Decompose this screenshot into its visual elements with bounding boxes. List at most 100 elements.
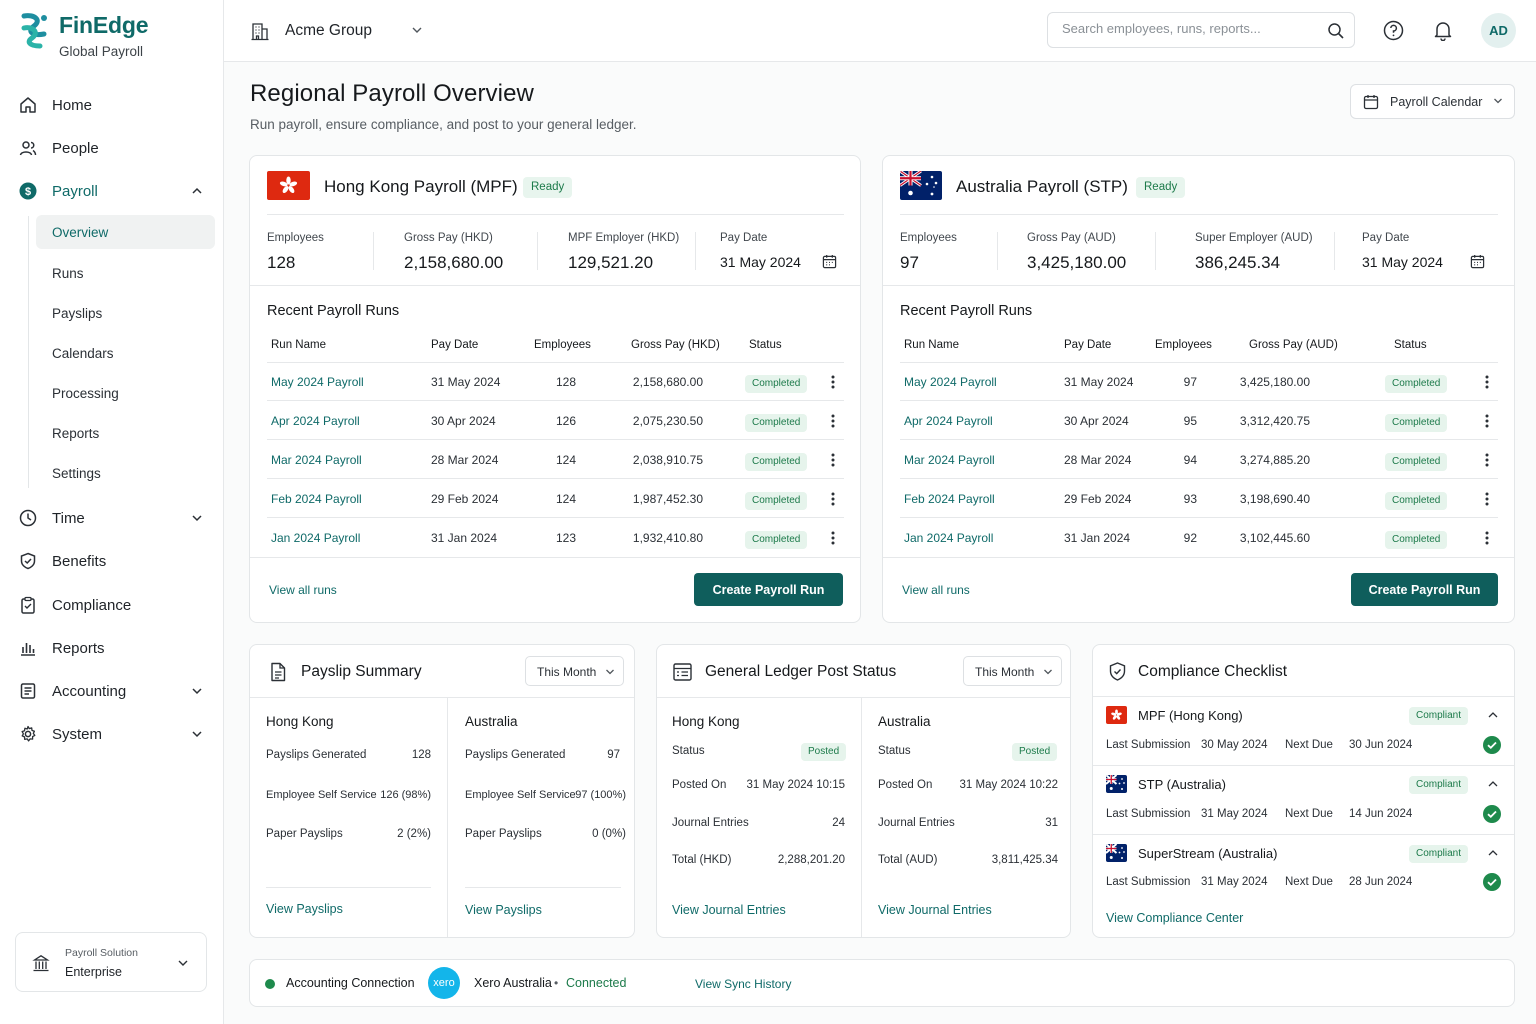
create-payroll-run-button[interactable]: Create Payroll Run xyxy=(1351,573,1498,606)
plan-selector[interactable]: Payroll Solution Enterprise xyxy=(15,932,207,992)
metric-label: Paper Payslips xyxy=(266,828,343,840)
sidebar-item-benefits[interactable]: Benefits xyxy=(8,543,215,579)
status-badge: Completed xyxy=(745,453,808,471)
section-title: Recent Payroll Runs xyxy=(900,303,1033,319)
more-vert-icon[interactable] xyxy=(827,452,839,468)
sidebar-item-label: Home xyxy=(52,96,93,114)
sidebar-item-label: Reports xyxy=(52,639,105,657)
sidebar-subitem-runs[interactable]: Runs xyxy=(36,256,215,290)
dollar-icon: $ xyxy=(19,182,37,200)
more-vert-icon[interactable] xyxy=(1481,452,1493,468)
calendar-icon[interactable] xyxy=(822,254,837,269)
plan-label: Payroll Solution xyxy=(65,947,138,959)
stat-value: 386,245.34 xyxy=(1195,253,1281,272)
bar-chart-icon xyxy=(19,639,37,657)
sidebar-item-home[interactable]: Home xyxy=(8,87,215,123)
sidebar-item-time[interactable]: Time xyxy=(8,500,215,536)
stat-value: 129,521.20 xyxy=(568,253,654,272)
chevron-down-icon xyxy=(191,513,203,523)
more-vert-icon[interactable] xyxy=(1481,491,1493,507)
run-name-link[interactable]: May 2024 Payroll xyxy=(271,375,364,389)
chevron-up-icon[interactable] xyxy=(1487,848,1499,858)
sidebar-subitem-payslips[interactable]: Payslips xyxy=(36,296,215,330)
sidebar-subitem-processing[interactable]: Processing xyxy=(36,376,215,410)
run-name-link[interactable]: Apr 2024 Payroll xyxy=(904,414,993,428)
metric-value: 2,288,201.20 xyxy=(777,854,845,866)
gross-pay: 3,312,420.75 xyxy=(1239,414,1310,428)
sidebar-item-compliance[interactable]: Compliance xyxy=(8,587,215,623)
sidebar-item-label: People xyxy=(52,139,99,157)
bell-icon[interactable] xyxy=(1433,20,1453,41)
column-header: Pay Date xyxy=(1064,339,1112,351)
calendar-icon[interactable] xyxy=(1470,254,1485,269)
more-vert-icon[interactable] xyxy=(827,491,839,507)
clipboard-icon xyxy=(19,596,37,614)
chevron-up-icon[interactable] xyxy=(1487,779,1499,789)
create-payroll-run-button[interactable]: Create Payroll Run xyxy=(694,573,843,606)
subitem-label: Calendars xyxy=(52,345,114,361)
sidebar-item-label: Payroll xyxy=(52,182,98,200)
status-badge: Completed xyxy=(745,375,808,393)
metric-label: Posted On xyxy=(878,779,933,791)
last-submission-label: Last Submission xyxy=(1106,876,1191,888)
subitem-label: Overview xyxy=(52,224,109,240)
help-icon[interactable] xyxy=(1383,20,1404,41)
sidebar-item-reports[interactable]: Reports xyxy=(8,630,215,666)
divider xyxy=(695,232,696,270)
run-name-link[interactable]: Feb 2024 Payroll xyxy=(904,492,995,506)
run-name-link[interactable]: May 2024 Payroll xyxy=(904,375,997,389)
more-vert-icon[interactable] xyxy=(1481,530,1493,546)
more-vert-icon[interactable] xyxy=(1481,374,1493,390)
pay-date: 30 Apr 2024 xyxy=(1064,414,1129,428)
run-name-link[interactable]: Mar 2024 Payroll xyxy=(271,453,362,467)
search-icon[interactable] xyxy=(1327,22,1345,40)
more-vert-icon[interactable] xyxy=(1481,413,1493,429)
divider xyxy=(267,214,844,215)
more-vert-icon[interactable] xyxy=(827,530,839,546)
status-badge: Completed xyxy=(745,492,808,510)
view-payslips-link[interactable]: View Payslips xyxy=(465,903,542,917)
period-select[interactable]: This Month xyxy=(963,656,1062,686)
view-compliance-center-link[interactable]: View Compliance Center xyxy=(1106,911,1243,925)
view-journal-entries-link[interactable]: View Journal Entries xyxy=(878,903,992,917)
run-name-link[interactable]: Apr 2024 Payroll xyxy=(271,414,360,428)
payroll-calendar-button[interactable]: Payroll Calendar xyxy=(1350,84,1515,119)
sidebar-item-accounting[interactable]: Accounting xyxy=(8,673,215,709)
compliance-checklist-card: Compliance Checklist MPF (Hong Kong) Com… xyxy=(1092,644,1515,938)
view-all-runs-link[interactable]: View all runs xyxy=(902,583,970,597)
run-name-link[interactable]: Jan 2024 Payroll xyxy=(271,531,360,545)
more-vert-icon[interactable] xyxy=(827,413,839,429)
chevron-down-icon xyxy=(1043,668,1053,676)
gross-pay: 1,987,452.30 xyxy=(632,492,703,506)
view-journal-entries-link[interactable]: View Journal Entries xyxy=(672,903,786,917)
sidebar-subitem-overview[interactable]: Overview xyxy=(36,215,215,249)
stat-label: Employees xyxy=(900,232,957,244)
more-vert-icon[interactable] xyxy=(827,374,839,390)
org-switcher[interactable]: Acme Group xyxy=(248,14,422,46)
metric-label: Journal Entries xyxy=(878,817,955,829)
next-due-label: Next Due xyxy=(1285,876,1333,888)
connection-label: Accounting Connection xyxy=(286,976,415,990)
metric-value: 31 xyxy=(1045,817,1058,829)
chevron-down-icon xyxy=(177,958,189,968)
period-select[interactable]: This Month xyxy=(525,656,624,686)
sidebar-subitem-calendars[interactable]: Calendars xyxy=(36,336,215,370)
sidebar-subitem-reports[interactable]: Reports xyxy=(36,416,215,450)
sidebar-item-system[interactable]: System xyxy=(8,716,215,752)
view-payslips-link[interactable]: View Payslips xyxy=(266,902,343,916)
view-all-runs-link[interactable]: View all runs xyxy=(269,583,337,597)
stat-label: Pay Date xyxy=(1362,232,1410,244)
run-name-link[interactable]: Mar 2024 Payroll xyxy=(904,453,995,467)
status-badge: Completed xyxy=(1385,531,1448,549)
sidebar-subitem-settings[interactable]: Settings xyxy=(36,456,215,490)
chevron-up-icon[interactable] xyxy=(1487,710,1499,720)
avatar[interactable]: AD xyxy=(1481,13,1516,48)
connection-status: Connected xyxy=(566,976,627,990)
sidebar-item-payroll[interactable]: $ Payroll xyxy=(8,173,215,209)
run-name-link[interactable]: Feb 2024 Payroll xyxy=(271,492,362,506)
search-input[interactable] xyxy=(1062,21,1322,36)
view-sync-history-link[interactable]: View Sync History xyxy=(695,977,791,991)
sidebar-item-people[interactable]: People xyxy=(8,130,215,166)
stat-label: Super Employer (AUD) xyxy=(1195,232,1313,244)
run-name-link[interactable]: Jan 2024 Payroll xyxy=(904,531,993,545)
